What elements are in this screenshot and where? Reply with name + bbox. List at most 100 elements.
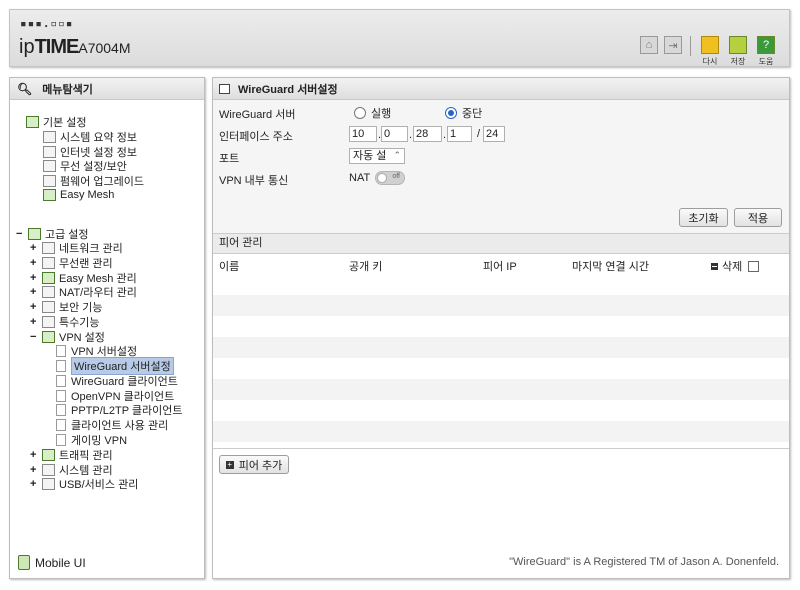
special-icon — [42, 315, 55, 328]
tree-item-gaming-vpn[interactable]: 게이밍 VPN — [56, 432, 127, 447]
ip-octet-1[interactable]: 10 — [349, 126, 377, 142]
add-peer-button[interactable]: + 피어 추가 — [219, 455, 289, 474]
expand-icon: + — [30, 241, 37, 254]
tree-item-label: 특수기능 — [59, 316, 100, 329]
menu-explorer: 🔍︎ 메뉴탐색기 기본 설정 시스템 요약 정보 인터넷 설정 정보 무선 설정… — [9, 77, 205, 579]
save-button[interactable]: 저장 — [727, 36, 749, 67]
netmask-input[interactable]: 24 — [483, 126, 505, 142]
collapse-icon: − — [30, 330, 37, 343]
expand-icon: + — [30, 448, 37, 461]
ip-octet-3[interactable]: 28 — [413, 126, 442, 142]
folder-icon — [28, 227, 41, 240]
tree-basic-settings-label: 기본 설정 — [43, 116, 87, 129]
page-icon — [56, 433, 66, 446]
tree-item-special[interactable]: + 특수기능 — [30, 314, 99, 329]
nat-label: NAT — [349, 172, 371, 184]
tree-item-wireless-security[interactable]: 무선 설정/보안 — [43, 158, 127, 173]
spinner-icon: ⌃ — [393, 150, 401, 160]
mobile-ui-link[interactable]: Mobile UI — [18, 555, 86, 570]
nat-toggle[interactable]: off — [375, 171, 405, 185]
tree-item-security[interactable]: + 보안 기능 — [30, 299, 103, 314]
upgrade-icon — [43, 174, 56, 187]
tree-item-firmware-upgrade[interactable]: 펌웨어 업그레이드 — [43, 173, 144, 188]
network-icon — [42, 241, 55, 254]
peer-row — [213, 337, 789, 358]
save-icon — [729, 36, 747, 54]
peer-footer: + 피어 추가 — [213, 448, 789, 478]
mesh-icon — [43, 188, 56, 201]
tree-item-wireguard-server[interactable]: WireGuard 서버설정 — [56, 356, 174, 375]
column-delete-label: 삭제 — [722, 261, 743, 273]
tree-item-easy-mesh[interactable]: Easy Mesh — [43, 187, 114, 202]
toggle-knob — [377, 173, 387, 183]
minus-icon — [711, 262, 718, 270]
tree-item-label: WireGuard 클라이언트 — [71, 375, 178, 388]
peer-row — [213, 400, 789, 421]
tree-item-system-summary[interactable]: 시스템 요약 정보 — [43, 129, 137, 144]
page-icon — [56, 389, 66, 402]
header-separator — [690, 36, 691, 56]
wireguard-form: WireGuard 서버 실행 중단 인터페이스 주소 10 . 0 . 28 … — [213, 100, 789, 233]
reset-button[interactable]: 초기화 — [679, 208, 728, 227]
tree-item-label: NAT/라우터 관리 — [59, 286, 137, 299]
mask-slash: / — [477, 128, 481, 140]
expand-icon: + — [30, 477, 37, 490]
tree-item-traffic[interactable]: + 트래픽 관리 — [30, 447, 113, 462]
usb-icon — [42, 477, 55, 490]
page-icon — [56, 418, 66, 431]
expand-icon: + — [30, 300, 37, 313]
page-icon — [56, 403, 66, 416]
vpn-internal-label: VPN 내부 통신 — [219, 175, 289, 187]
tree-item-network[interactable]: + 네트워크 관리 — [30, 240, 123, 255]
reboot-button[interactable]: 다시 — [699, 36, 721, 67]
stop-radio[interactable]: 중단 — [445, 105, 482, 121]
home-icon[interactable]: ⌂ — [640, 36, 658, 54]
peer-row — [213, 295, 789, 316]
column-public-key: 공개 키 — [349, 261, 383, 273]
tree-item-label: 네트워크 관리 — [59, 242, 123, 255]
server-label: WireGuard 서버 — [219, 109, 296, 121]
lock-icon — [42, 300, 55, 313]
logo-ip: ip — [19, 36, 35, 58]
ip-octet-4[interactable]: 1 — [447, 126, 472, 142]
ip-dot: . — [409, 129, 413, 141]
trademark-notice: "WireGuard" is A Registered TM of Jason … — [509, 556, 779, 568]
run-radio[interactable]: 실행 — [354, 105, 391, 121]
column-name: 이름 — [219, 261, 240, 273]
reboot-label: 다시 — [702, 57, 718, 66]
menu-explorer-header: 🔍︎ 메뉴탐색기 — [10, 78, 204, 100]
run-label: 실행 — [371, 108, 392, 120]
page-title: WireGuard 서버설정 — [238, 83, 338, 96]
apply-button[interactable]: 적용 — [734, 208, 782, 227]
tree-item-client-usage[interactable]: 클라이언트 사용 관리 — [56, 417, 168, 432]
tree-item-wireguard-client[interactable]: WireGuard 클라이언트 — [56, 373, 178, 388]
tree-item-usb-service[interactable]: + USB/서비스 관리 — [30, 476, 138, 491]
content-header: WireGuard 서버설정 — [213, 78, 789, 100]
tree-item-label: 무선랜 관리 — [59, 257, 113, 270]
peer-table-header: 이름 공개 키 피어 IP 마지막 연결 시간 삭제 — [213, 255, 789, 274]
column-peer-ip: 피어 IP — [483, 261, 517, 273]
peer-row — [213, 421, 789, 442]
port-select[interactable]: 자동 설 ⌃ — [349, 148, 405, 164]
tree-item-pptp-client[interactable]: PPTP/L2TP 클라이언트 — [56, 402, 183, 417]
tree-item-label: 트래픽 관리 — [59, 449, 113, 462]
plus-icon: + — [225, 459, 234, 469]
peer-row — [213, 358, 789, 379]
content-panel: WireGuard 서버설정 WireGuard 서버 실행 중단 인터페이스 … — [212, 77, 790, 579]
ip-octet-2[interactable]: 0 — [381, 126, 408, 142]
expand-icon: + — [30, 256, 37, 269]
mesh-icon — [42, 271, 55, 284]
window-icon — [219, 83, 230, 94]
tree-item-wireless[interactable]: + 무선랜 관리 — [30, 255, 113, 270]
tree-basic-settings[interactable]: 기본 설정 — [26, 114, 87, 129]
collapse-icon: − — [16, 227, 23, 240]
logo-time: TIME — [34, 36, 80, 58]
logout-icon[interactable]: ⇥ — [664, 36, 682, 54]
help-button[interactable]: ? 도움 — [755, 36, 777, 67]
peer-row — [213, 316, 789, 337]
peer-management-header: 피어 관리 — [213, 233, 789, 254]
select-all-checkbox[interactable] — [748, 260, 760, 272]
tree-item-nat-router[interactable]: + NAT/라우터 관리 — [30, 284, 137, 299]
expand-icon: + — [30, 463, 37, 476]
column-delete: 삭제 — [711, 258, 760, 274]
